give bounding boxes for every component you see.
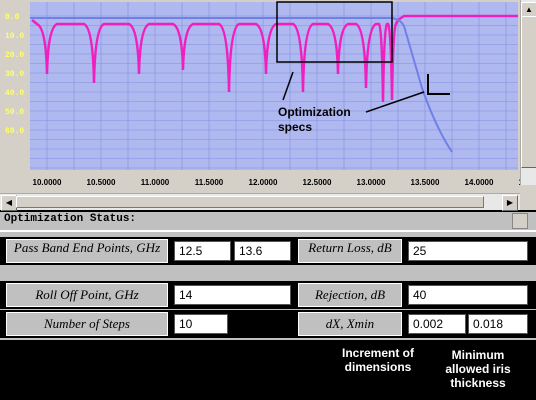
y-tick-label: 0.0: [5, 13, 20, 22]
x-tick-label: 11.5000: [195, 178, 224, 187]
xmin-field[interactable]: 0.018: [468, 314, 528, 334]
y-tick-label: 40.0: [5, 89, 24, 98]
x-tick-label: 10.5000: [87, 178, 116, 187]
divider: [0, 230, 536, 232]
y-tick-label: 60.0: [5, 127, 24, 136]
y-tick-label: 50.0: [5, 108, 24, 117]
x-tick-label: 13.5000: [411, 178, 440, 187]
scroll-left-arrow-icon[interactable]: ◀: [1, 195, 17, 211]
dx-label: dX, Xmin: [298, 312, 402, 336]
steps-label: Number of Steps: [6, 312, 168, 336]
return-loss-field[interactable]: 25: [408, 241, 528, 261]
plot-panel: 0.0 10.0 20.0 30.0 40.0 50.0 60.0 10.0000 10.50…: [0, 0, 536, 211]
rejection-label: Rejection, dB: [298, 283, 402, 307]
y-tick-label: 20.0: [5, 51, 24, 60]
x-tick-label: 14.0000: [465, 178, 494, 187]
vertical-scrollbar[interactable]: ▲: [520, 0, 536, 185]
close-icon[interactable]: [512, 213, 528, 229]
horizontal-scroll-thumb[interactable]: [16, 196, 484, 208]
roll-off-label: Roll Off Point, GHz: [6, 283, 168, 307]
x-tick-label: 11.0000: [141, 178, 170, 187]
pass-band-start-field[interactable]: 12.5: [174, 241, 231, 261]
minimum-note: Minimum allowed iris thickness: [445, 348, 511, 390]
annotation-line2: specs: [278, 120, 312, 134]
steps-field[interactable]: 10: [174, 314, 228, 334]
roll-off-field[interactable]: 14: [174, 285, 291, 305]
y-tick-label: 30.0: [5, 70, 24, 79]
x-tick-label: 12.5000: [303, 178, 332, 187]
annotation-line1: Optimization: [278, 105, 351, 119]
pass-band-end-field[interactable]: 13.6: [234, 241, 291, 261]
y-tick-label: 10.0: [5, 32, 24, 41]
return-loss-label: Return Loss, dB: [298, 239, 402, 263]
steps-row: Number of Steps 10 dX, Xmin 0.002 0.018: [0, 310, 536, 338]
dx-field[interactable]: 0.002: [408, 314, 466, 334]
x-tick-label: 10.0000: [33, 178, 62, 187]
pass-band-label: Pass Band End Points, GHz: [6, 239, 168, 263]
horizontal-scrollbar[interactable]: ◀ ▶: [0, 193, 520, 211]
roll-off-row: Roll Off Point, GHz 14 Rejection, dB 40: [0, 281, 536, 309]
vertical-scroll-thumb[interactable]: [521, 16, 536, 168]
x-tick-label: 12.0000: [249, 178, 278, 187]
increment-note: Increment of dimensions: [341, 346, 414, 374]
pass-band-row: Pass Band End Points, GHz 12.5 13.6 Retu…: [0, 237, 536, 265]
x-tick-label: 13.0000: [357, 178, 386, 187]
status-title: Optimization Status:: [4, 213, 137, 225]
response-plot: 0.0 10.0 20.0 30.0 40.0 50.0 60.0 10.0000 10.50…: [0, 0, 520, 193]
scroll-right-arrow-icon[interactable]: ▶: [502, 195, 518, 211]
rejection-field[interactable]: 40: [408, 285, 528, 305]
